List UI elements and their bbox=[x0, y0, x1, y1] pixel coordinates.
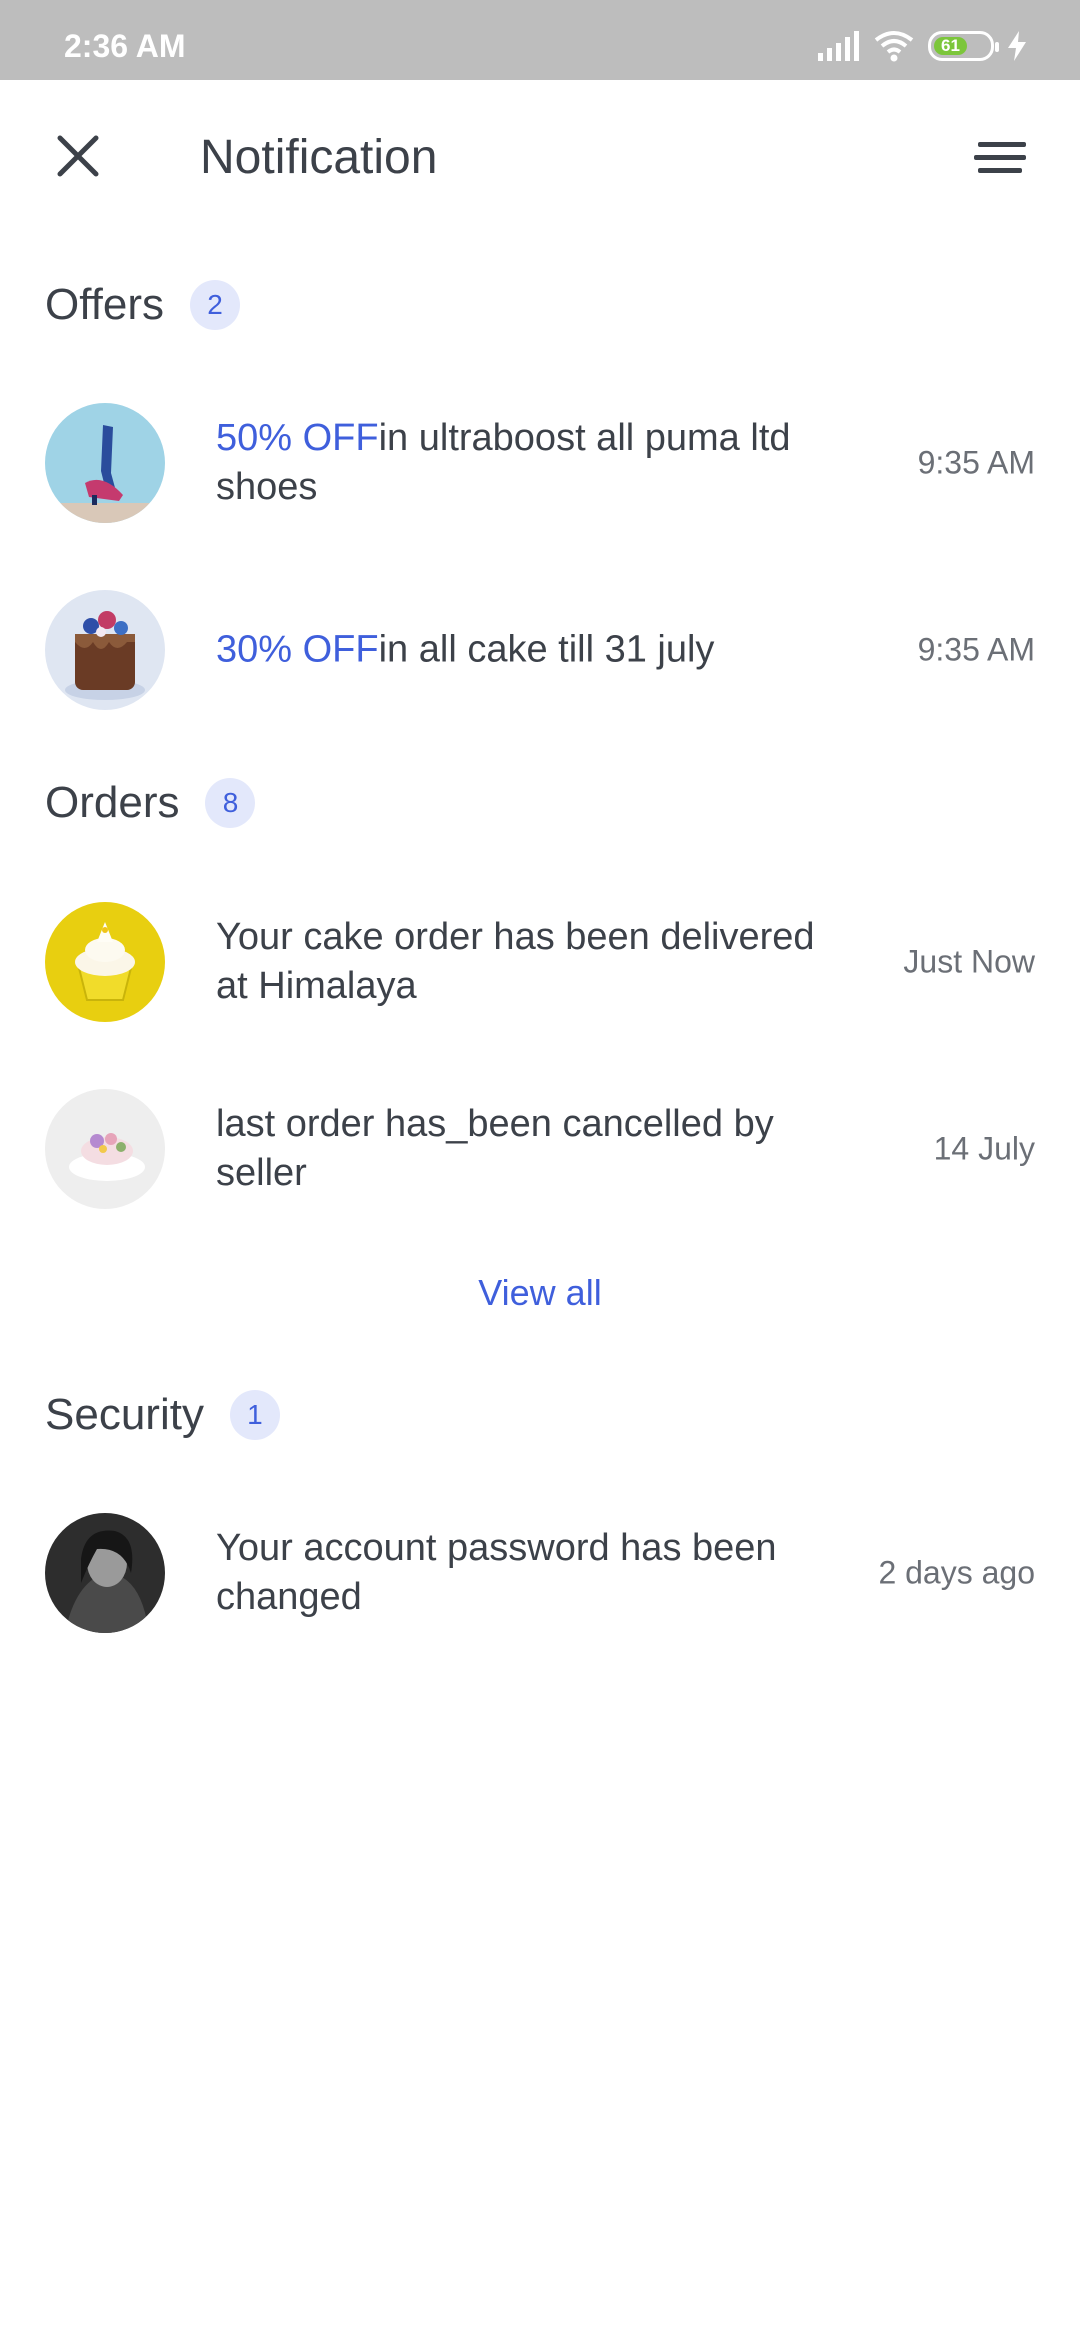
section-title: Orders bbox=[45, 778, 180, 827]
count-badge: 1 bbox=[229, 1390, 280, 1440]
notification-row[interactable]: 50% OFFin ultraboost all puma ltd shoes … bbox=[0, 398, 1080, 528]
close-icon[interactable] bbox=[52, 130, 104, 182]
charging-icon bbox=[1008, 31, 1026, 61]
notification-time: Just Now bbox=[903, 943, 1035, 980]
notification-row[interactable]: last order has_been cancelled by seller … bbox=[0, 1084, 1080, 1214]
offer-shoe-image bbox=[45, 403, 165, 523]
order-cupcake-image bbox=[45, 902, 165, 1022]
wifi-icon bbox=[874, 31, 914, 62]
offer-highlight: 30% OFF bbox=[216, 628, 379, 671]
notification-time: 9:35 AM bbox=[917, 631, 1035, 668]
app-bar: Notification bbox=[0, 80, 1080, 236]
notification-message: last order has_been cancelled by seller bbox=[216, 1103, 774, 1194]
status-bar: 2:36 AM 61 bbox=[0, 0, 1080, 80]
notification-row[interactable]: Your account password has been changed 2… bbox=[0, 1508, 1080, 1638]
notification-message: 50% OFFin ultraboost all puma ltd shoes bbox=[216, 414, 846, 512]
battery-icon: 61 bbox=[928, 31, 999, 61]
status-icons: 61 bbox=[818, 28, 1026, 64]
offer-text: in all cake till 31 july bbox=[378, 628, 715, 671]
notification-message: Your cake order has been delivered at Hi… bbox=[216, 916, 815, 1007]
section-header-orders: Orders 8 bbox=[45, 778, 256, 828]
page-title: Notification bbox=[200, 131, 438, 184]
order-dessert-image bbox=[45, 1089, 165, 1209]
notification-time: 2 days ago bbox=[878, 1554, 1035, 1591]
count-badge: 8 bbox=[205, 778, 256, 828]
battery-level: 61 bbox=[934, 36, 967, 55]
notification-time: 14 July bbox=[933, 1130, 1035, 1167]
status-time: 2:36 AM bbox=[64, 28, 186, 64]
section-header-offers: Offers 2 bbox=[45, 280, 241, 330]
notification-time: 9:35 AM bbox=[917, 444, 1035, 481]
notification-row[interactable]: 30% OFFin all cake till 31 july 9:35 AM bbox=[0, 585, 1080, 715]
notification-message: 30% OFFin all cake till 31 july bbox=[216, 626, 846, 675]
section-header-security: Security 1 bbox=[45, 1390, 280, 1440]
user-avatar bbox=[45, 1513, 165, 1633]
offer-highlight: 50% OFF bbox=[216, 417, 379, 459]
signal-icon bbox=[818, 31, 859, 61]
view-all-link[interactable]: View all bbox=[0, 1272, 1080, 1314]
notification-row[interactable]: Your cake order has been delivered at Hi… bbox=[0, 897, 1080, 1027]
section-title: Offers bbox=[45, 280, 165, 329]
offer-cake-image bbox=[45, 590, 165, 710]
count-badge: 2 bbox=[190, 280, 241, 330]
section-title: Security bbox=[45, 1390, 204, 1439]
filter-menu-icon[interactable] bbox=[974, 140, 1028, 176]
notification-message: Your account password has been changed bbox=[216, 1527, 777, 1618]
